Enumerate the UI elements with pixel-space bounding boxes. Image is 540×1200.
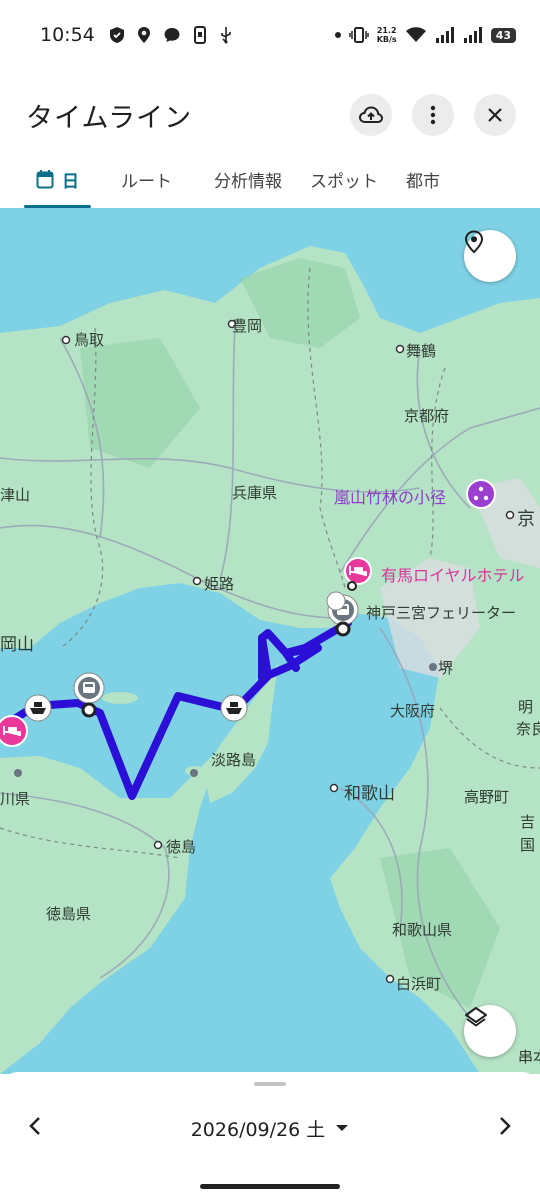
vibrate-icon (348, 27, 369, 43)
stop-dot-2[interactable] (81, 702, 97, 718)
status-time: 10:54 (40, 24, 95, 46)
date-label: 2026/09/26 土 (190, 1118, 326, 1141)
awaji-dot (190, 769, 198, 777)
map-label-kyo: 京 (517, 509, 535, 530)
attraction-marker[interactable] (466, 479, 496, 509)
signal-icon-2 (463, 27, 482, 43)
stop-dot[interactable] (335, 621, 351, 637)
status-bar: 10:54 21.2 KB/s 43 (0, 0, 540, 70)
map-label-kyotofu: 京都府 (404, 407, 450, 425)
location-pin-icon (464, 230, 484, 254)
map-label-tottori: 鳥取 (74, 331, 105, 349)
net-speed-unit: KB/s (376, 35, 397, 44)
chat-icon (164, 28, 180, 42)
chevron-right-icon (500, 1117, 511, 1135)
map-label-toyooka: 豊岡 (232, 317, 263, 335)
tab-day-label: 日 (62, 171, 79, 192)
tab-day[interactable]: 日 (22, 150, 93, 208)
location-icon (137, 27, 150, 43)
hotel-marker-west[interactable] (0, 715, 28, 747)
map-label-maizuru: 舞鶴 (406, 342, 437, 360)
date-selector[interactable]: 2026/09/26 土 (191, 1115, 350, 1142)
map-label-yoshi: 吉 (520, 813, 536, 831)
map-label-kobe-ferry: 神戸三宮フェリーター (366, 604, 517, 622)
map-layers-button[interactable] (464, 1005, 516, 1057)
battery-level: 43 (490, 27, 516, 43)
map-view[interactable]: 豊岡 鳥取 舞鶴 京都府 津山 兵庫県 嵐山竹林の小径 京 姫路 有馬ロイヤルホ… (0, 208, 540, 1074)
ferry-marker-1[interactable] (220, 694, 248, 722)
map-label-tokushima: 徳島 (166, 838, 197, 856)
map-label-wakayamaken: 和歌山県 (392, 921, 453, 939)
map-label-sakai: 堺 (438, 659, 454, 677)
map-label-arashiyama: 嵐山竹林の小径 (334, 488, 447, 507)
dropdown-arrow-icon (336, 1125, 349, 1131)
map-label-tokushimaken: 徳島県 (46, 905, 92, 923)
previous-day-button[interactable] (28, 1116, 42, 1140)
train-marker-1[interactable] (73, 672, 105, 704)
sheet-drag-handle[interactable] (254, 1082, 286, 1086)
takamatsu-dot (14, 769, 22, 777)
notification-dot-icon (334, 32, 341, 38)
more-vert-icon (430, 105, 436, 125)
map-label-awajishima: 淡路島 (211, 751, 257, 769)
chevron-left-icon (29, 1117, 40, 1135)
map-label-kuni: 国 (520, 836, 536, 854)
shield-icon (109, 27, 124, 43)
tab-spots-label: スポット (310, 171, 378, 192)
map-label-kushimoto: 串本 (518, 1048, 540, 1066)
tab-route[interactable]: ルート (107, 150, 186, 208)
map-label-shirahama: 白浜町 (396, 975, 442, 993)
net-speed-value: 21.2 (376, 26, 397, 35)
more-options-button[interactable] (412, 94, 454, 136)
island-2 (102, 692, 138, 704)
close-icon (488, 108, 502, 122)
map-label-hyogo: 兵庫県 (232, 484, 278, 502)
location-button[interactable] (464, 230, 516, 282)
tab-spots[interactable]: スポット (296, 150, 392, 208)
map-label-tsuyama: 津山 (0, 486, 31, 504)
page-title: タイムライン (26, 102, 193, 134)
tab-cities[interactable]: 都市 (392, 150, 454, 208)
tab-insights[interactable]: 分析情報 (200, 150, 296, 208)
map-label-kagawa: 川県 (0, 790, 31, 808)
tab-cities-label: 都市 (406, 171, 440, 192)
bottom-sheet: 2026/09/26 土 (0, 1072, 540, 1200)
map-label-koyacho: 高野町 (464, 788, 510, 806)
map-label-wakayama: 和歌山 (344, 784, 395, 804)
close-button[interactable] (474, 94, 516, 136)
header-actions (350, 94, 516, 136)
phone-icon (193, 26, 206, 44)
tab-insights-label: 分析情報 (214, 171, 282, 192)
wifi-icon (405, 27, 426, 42)
ferry-marker-2[interactable] (24, 694, 52, 722)
notification-icons (109, 26, 233, 44)
cloud-upload-icon (359, 106, 383, 123)
app-header: タイムライン (0, 80, 540, 150)
train-icon (83, 682, 95, 693)
map-label-himeji: 姫路 (204, 575, 235, 593)
map-label-okayama: 岡山 (0, 635, 34, 655)
tab-bar: 日 ルート 分析情報 スポット 都市 (0, 150, 540, 208)
cloud-upload-button[interactable] (350, 94, 392, 136)
layers-icon (465, 1007, 487, 1027)
map-label-ake: 明 (518, 698, 534, 716)
signal-icon-1 (435, 27, 454, 43)
calendar-icon (36, 170, 54, 189)
sakai-dot (429, 663, 437, 671)
next-day-button[interactable] (498, 1116, 512, 1140)
usb-icon (220, 27, 231, 44)
stop-marker[interactable] (326, 591, 346, 611)
map-label-arima-hotel: 有馬ロイヤルホテル (381, 566, 525, 585)
gesture-nav-bar[interactable] (200, 1184, 340, 1189)
system-icons: 21.2 KB/s 43 (334, 26, 516, 44)
net-speed: 21.2 KB/s (377, 26, 397, 44)
date-navigator: 2026/09/26 土 (0, 1108, 540, 1148)
map-label-nara: 奈良 (516, 720, 540, 738)
tab-route-label: ルート (121, 171, 172, 192)
map-label-osakafu: 大阪府 (390, 702, 436, 720)
